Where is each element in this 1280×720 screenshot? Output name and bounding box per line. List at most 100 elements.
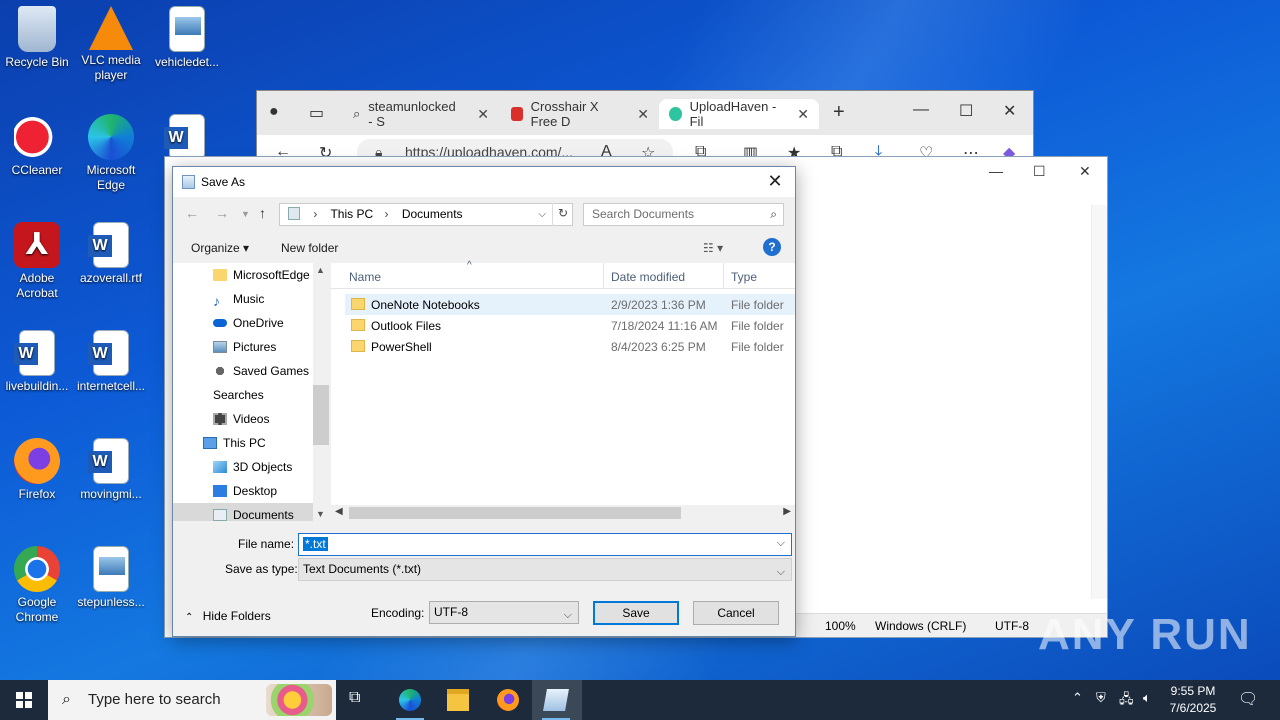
- close-tab-icon[interactable]: ✕: [477, 106, 489, 123]
- file-name-input[interactable]: *.txt ⌵: [298, 533, 792, 556]
- back-icon[interactable]: ←: [185, 205, 199, 221]
- tab-uploadhaven[interactable]: UploadHaven - Fil ✕: [659, 99, 819, 129]
- organize-button[interactable]: Organize ▾: [191, 241, 249, 255]
- scroll-up-icon[interactable]: ▲: [316, 265, 325, 275]
- search-input[interactable]: Search Documents ⌕: [583, 203, 784, 226]
- file-row[interactable]: Outlook Files 7/18/2024 11:16 AM File fold…: [345, 315, 795, 336]
- column-date-modified[interactable]: Date modified: [611, 270, 685, 284]
- documents-icon: [213, 509, 227, 521]
- defender-icon[interactable]: ⛨: [1096, 690, 1106, 706]
- desktop-icon-label: movingmi...: [80, 487, 142, 501]
- nav-pane-scrollbar[interactable]: ▲ ▼: [313, 263, 329, 521]
- desktop-icon-3[interactable]: CCleaner: [0, 114, 74, 178]
- nav-item-onedrive[interactable]: OneDrive: [173, 311, 313, 335]
- nav-item-documents[interactable]: Documents: [173, 503, 313, 521]
- desktop-icon-6[interactable]: ⅄ Adobe Acrobat: [0, 222, 74, 301]
- nav-item-this-pc[interactable]: This PC: [173, 431, 313, 455]
- chevron-down-icon[interactable]: ⌵: [538, 204, 546, 225]
- desktop-icon-7[interactable]: azoverall.rtf: [74, 222, 148, 286]
- videos-icon: [213, 413, 227, 425]
- search-icon: ⌕: [62, 691, 71, 708]
- close-icon[interactable]: ✕: [763, 171, 787, 192]
- scroll-thumb[interactable]: [313, 385, 329, 445]
- column-type[interactable]: Type: [731, 270, 757, 284]
- volume-icon[interactable]: 🔈︎: [1143, 690, 1151, 706]
- desktop-icon-4[interactable]: Microsoft Edge: [74, 114, 148, 193]
- tab-crosshair[interactable]: Crosshair X Free D ✕: [501, 99, 659, 129]
- scroll-left-icon[interactable]: ◀: [335, 506, 343, 517]
- notepad-scrollbar[interactable]: [1091, 205, 1107, 599]
- recent-locations-icon[interactable]: ▼: [241, 209, 250, 219]
- minimize-icon[interactable]: —: [989, 163, 1003, 179]
- maximize-icon[interactable]: ☐: [959, 101, 973, 121]
- cancel-button[interactable]: Cancel: [693, 601, 779, 625]
- nav-item-pictures[interactable]: Pictures: [173, 335, 313, 359]
- breadcrumb-this-pc[interactable]: This PC: [330, 207, 373, 221]
- close-tab-icon[interactable]: ✕: [637, 106, 649, 123]
- start-button[interactable]: [0, 680, 48, 720]
- desktop-icon-10[interactable]: internetcell...: [74, 330, 148, 394]
- nav-item-microsoftedge[interactable]: MicrosoftEdge: [173, 263, 313, 287]
- nav-item-videos[interactable]: Videos: [173, 407, 313, 431]
- nav-item-music[interactable]: ♪ Music: [173, 287, 313, 311]
- chevron-up-icon[interactable]: ⌃: [1072, 690, 1083, 706]
- taskbar-firefox[interactable]: [484, 680, 532, 720]
- clock[interactable]: 9:55 PM 7/6/2025: [1160, 683, 1226, 717]
- new-folder-button[interactable]: New folder: [281, 241, 338, 255]
- close-icon[interactable]: ✕: [1003, 101, 1016, 121]
- task-view-button[interactable]: ⧉: [336, 680, 384, 720]
- desktop-icon-9[interactable]: livebuildin...: [0, 330, 74, 394]
- hide-folders-button[interactable]: ⌃ Hide Folders: [185, 609, 271, 623]
- taskbar-search[interactable]: ⌕ Type here to search: [48, 680, 336, 720]
- desktop-icon-13[interactable]: movingmi...: [74, 438, 148, 502]
- up-folder-icon[interactable]: ↑: [259, 205, 266, 221]
- nav-item-searches[interactable]: ⌕Searches: [173, 383, 313, 407]
- minimize-icon[interactable]: —: [913, 101, 929, 119]
- profile-avatar-icon[interactable]: ●: [269, 103, 279, 121]
- scroll-right-icon[interactable]: ▶: [783, 506, 791, 517]
- file-row[interactable]: OneNote Notebooks 2/9/2023 1:36 PM File fo…: [345, 294, 795, 315]
- close-icon[interactable]: ✕: [1079, 163, 1091, 180]
- breadcrumb[interactable]: › This PC › Documents ⌵: [279, 203, 573, 226]
- refresh-icon[interactable]: ↻: [552, 203, 573, 226]
- file-row[interactable]: PowerShell 8/4/2023 6:25 PM File folder: [345, 336, 795, 357]
- desktop-icon-12[interactable]: Firefox: [0, 438, 74, 502]
- desktop-icon-label: Adobe Acrobat: [16, 271, 58, 300]
- scroll-down-icon[interactable]: ▼: [316, 509, 325, 519]
- help-icon[interactable]: ?: [763, 238, 781, 256]
- desktop-icon-2[interactable]: vehicledet...: [150, 6, 224, 70]
- view-options-icon[interactable]: ☷ ▾: [703, 241, 723, 255]
- notifications-icon[interactable]: 🗨︎: [1238, 689, 1258, 709]
- taskbar-edge[interactable]: [386, 680, 434, 720]
- save-button[interactable]: Save: [593, 601, 679, 625]
- desktop-icon-label: livebuildin...: [5, 379, 69, 393]
- close-tab-icon[interactable]: ✕: [797, 106, 809, 123]
- chevron-right-icon: ›: [313, 207, 318, 221]
- firefox-icon: [14, 438, 60, 484]
- desktop-icon-1[interactable]: VLC media player: [74, 6, 148, 83]
- network-icon[interactable]: 🖧︎: [1119, 690, 1134, 712]
- tab-actions-icon[interactable]: ▭: [309, 103, 324, 123]
- file-list-hscrollbar[interactable]: ◀ ▶: [331, 505, 795, 521]
- new-tab-icon[interactable]: +: [833, 101, 845, 124]
- column-name[interactable]: Name: [349, 270, 381, 284]
- breadcrumb-documents[interactable]: Documents: [402, 207, 463, 221]
- taskbar-notepad[interactable]: [532, 680, 582, 720]
- nav-item-desktop[interactable]: Desktop: [173, 479, 313, 503]
- nav-item-saved-games[interactable]: Saved Games: [173, 359, 313, 383]
- desktop-icon-0[interactable]: Recycle Bin: [0, 6, 74, 70]
- tab-steamunlocked[interactable]: ⌕ steamunlocked - S ✕: [343, 99, 499, 129]
- maximize-icon[interactable]: ☐: [1033, 163, 1046, 180]
- taskbar-file-explorer[interactable]: [434, 680, 482, 720]
- file-name: OneNote Notebooks: [371, 298, 480, 312]
- forward-icon[interactable]: →: [215, 205, 229, 221]
- desktop-icon-15[interactable]: stepunless...: [74, 546, 148, 610]
- save-as-type-select[interactable]: Text Documents (*.txt) ⌵: [298, 558, 792, 581]
- encoding-select[interactable]: UTF-8 ⌵: [429, 601, 579, 624]
- word-doc-icon: [88, 330, 129, 376]
- nav-item-3d-objects[interactable]: 3D Objects: [173, 455, 313, 479]
- search-icon: ⌕: [770, 207, 777, 221]
- scroll-thumb[interactable]: [349, 507, 681, 519]
- desktop-icon-14[interactable]: Google Chrome: [0, 546, 74, 625]
- chevron-down-icon[interactable]: ⌵: [777, 537, 785, 550]
